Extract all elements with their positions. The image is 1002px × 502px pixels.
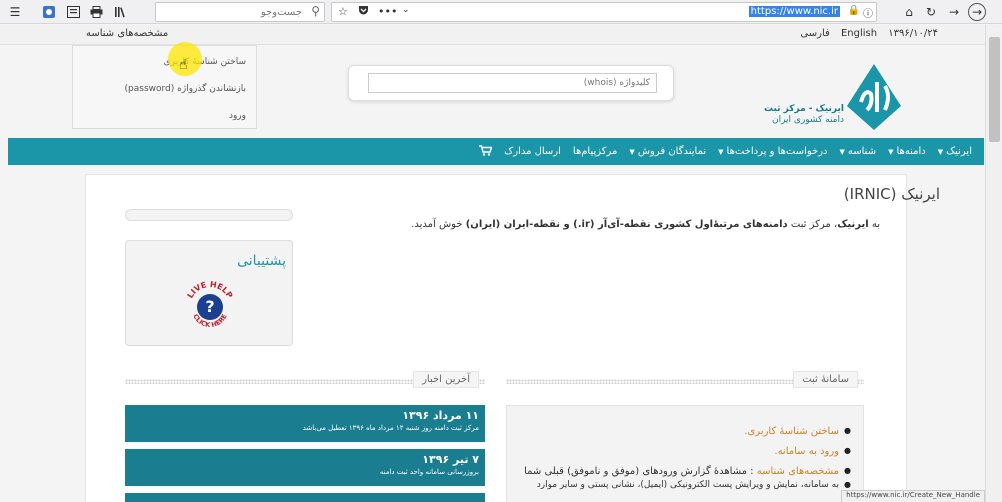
news-text: مرکز ثبت دامنه روز شنبه ۱۴ مرداد ماه ۱۳۹…: [302, 424, 479, 432]
reader-view-icon[interactable]: [64, 3, 82, 21]
support-box: پشتیبانی ? LIVE HELP CLICK HERE: [125, 240, 293, 346]
main-nav: ایرنیک▼ دامنه‌ها▼ شناسه▼ درخواست‌ها و پر…: [8, 138, 984, 165]
welcome-domains: دامنه‌های مرتبهٔ‌اول کشوری نقطه-آی‌آر (i…: [465, 219, 788, 230]
browser-search-box[interactable]: ⚲: [155, 2, 325, 22]
page-scrollbar[interactable]: [985, 25, 1002, 502]
bookmark-star-icon[interactable]: ☆: [338, 5, 348, 18]
reset-password-link[interactable]: بازنشاندن گذرواژه (password): [125, 84, 246, 94]
chevron-down-icon[interactable]: ⌄: [402, 5, 410, 15]
library-icon[interactable]: [111, 3, 129, 21]
cart-icon[interactable]: [479, 144, 493, 159]
list-item: ورود به سامانه.: [524, 446, 851, 457]
support-title: پشتیبانی: [237, 253, 286, 269]
extension-icon[interactable]: [40, 3, 58, 21]
registration-heading-label: سامانهٔ ثبت: [793, 371, 858, 388]
registration-heading: سامانهٔ ثبت: [506, 371, 864, 388]
caret-down-icon: ▼: [718, 148, 724, 156]
nav-domains[interactable]: دامنه‌ها▼: [888, 146, 926, 157]
nav-message-center[interactable]: مرکزپیام‌ها: [573, 146, 618, 157]
more-actions-icon[interactable]: •••: [378, 5, 397, 18]
handle-details-link[interactable]: مشخصه‌های شناسه: [757, 466, 839, 477]
nav-send-documents[interactable]: ارسال مدارک: [504, 146, 561, 157]
svg-text:?: ?: [205, 297, 214, 316]
caret-down-icon: ▼: [937, 148, 944, 156]
url-text[interactable]: https://www.nic.ir: [748, 6, 840, 17]
whois-search-box: [348, 65, 674, 101]
registration-list: ساختن شناسهٔ کاربری. ورود به سامانه. مشخ…: [524, 426, 851, 499]
site-top-bar: ۱۳۹۶/۱۰/۲۴ English فارسی مشخصه‌های شناسه: [0, 25, 1002, 45]
list-item: ساختن شناسهٔ کاربری.: [524, 426, 851, 437]
page-title: ایرنیک (IRNIC): [843, 185, 940, 203]
back-icon[interactable]: →: [968, 3, 986, 21]
hand-cursor-icon: ☝: [179, 57, 188, 73]
login-link[interactable]: ورود: [229, 111, 246, 121]
welcome-brand: ایرنیک: [837, 219, 869, 230]
welcome-text: به ایرنیک، مرکز ثبت دامنه‌های مرتبهٔ‌اول…: [411, 219, 880, 230]
status-bar-url: https://www.nic.ir/Create_New_Handle: [841, 490, 985, 502]
news-item[interactable]: ۱۱ مرداد ۱۳۹۶ مرکز ثبت دامنه روز شنبه ۱۴…: [125, 405, 485, 442]
login-system-link[interactable]: ورود به سامانه.: [774, 446, 839, 457]
news-date: ۷ تیر ۱۳۹۶: [422, 453, 479, 466]
news-item[interactable]: ۷ تیر ۱۳۹۶ بروزرسانی سامانه واحد ثبت دام…: [125, 449, 485, 486]
browser-toolbar: ☰ ⚲ ☆ ••• ⌄ https://www.nic.ir 🔒 ⓘ ⌂ ↻ →…: [0, 0, 1002, 24]
news-text: بروزرسانی سامانه واحد ثبت دامنه: [379, 468, 479, 476]
account-dropdown: ساختن شناسهٔ کاربری بازنشاندن گذرواژه (p…: [72, 45, 257, 129]
home-icon[interactable]: ⌂: [900, 3, 918, 21]
lang-english-link[interactable]: English: [841, 28, 877, 39]
menu-icon[interactable]: ☰: [6, 3, 24, 21]
shenase-menu-toggle[interactable]: مشخصه‌های شناسه: [86, 28, 168, 39]
news-heading: آخرین اخبار: [125, 371, 485, 388]
pocket-icon[interactable]: [358, 5, 369, 19]
nav-handle[interactable]: شناسه▼: [840, 146, 877, 157]
news-heading-label: آخرین اخبار: [413, 371, 479, 388]
lang-farsi-link[interactable]: فارسی: [800, 28, 829, 39]
logo-caption-line1: ایرنیک - مرکز ثبت: [763, 104, 844, 114]
nav-resellers[interactable]: نمایندگان فروش▼: [629, 146, 706, 157]
news-item[interactable]: [125, 493, 485, 502]
forward-icon[interactable]: →: [945, 3, 963, 21]
lock-warning-icon[interactable]: 🔒: [848, 5, 860, 16]
create-account-link[interactable]: ساختن شناسهٔ کاربری.: [744, 426, 839, 437]
sidebar-search-box: [125, 209, 293, 221]
irnic-logo-icon[interactable]: [843, 60, 905, 132]
url-bar[interactable]: ☆ ••• ⌄ https://www.nic.ir 🔒 ⓘ: [331, 2, 877, 22]
scrollbar-thumb[interactable]: [989, 37, 1000, 142]
print-icon[interactable]: [87, 3, 105, 21]
language-switcher: ۱۳۹۶/۱۰/۲۴ English فارسی: [792, 28, 938, 39]
live-help-button[interactable]: ? LIVE HELP CLICK HERE: [182, 279, 238, 335]
list-item: مشخصه‌های شناسه : مشاهدهٔ گزارش ورودهای …: [524, 466, 851, 477]
search-icon: ⚲: [311, 4, 320, 18]
logo-caption-line2: دامنه کشوری ایران: [771, 115, 844, 125]
browser-search-input[interactable]: [162, 5, 302, 19]
reload-icon[interactable]: ↻: [922, 3, 940, 21]
news-date: ۱۱ مرداد ۱۳۹۶: [402, 409, 479, 422]
caret-down-icon: ▼: [629, 148, 635, 156]
caret-down-icon: ▼: [888, 148, 894, 156]
caret-down-icon: ▼: [839, 148, 845, 156]
current-date: ۱۳۹۶/۱۰/۲۴: [888, 28, 938, 39]
nav-requests-payments[interactable]: درخواست‌ها و پرداخت‌ها▼: [718, 146, 827, 157]
logo-caption: ایرنیک - مرکز ثبت دامنه کشوری ایران: [764, 104, 844, 126]
whois-input[interactable]: [368, 73, 657, 93]
info-icon[interactable]: ⓘ: [863, 5, 873, 20]
nav-irnic[interactable]: ایرنیک▼: [938, 146, 972, 157]
list-item-continued: به سامانه، نمایش و ویرایش پست الکترونیکی…: [524, 480, 851, 490]
registration-box: ساختن شناسهٔ کاربری. ورود به سامانه. مشخ…: [506, 405, 864, 502]
